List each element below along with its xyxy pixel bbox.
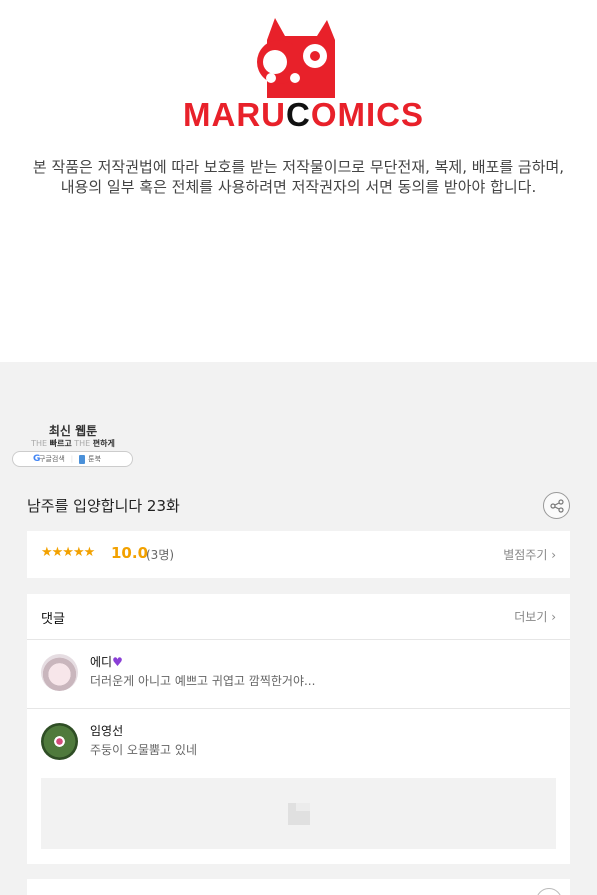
copyright-line-2: 내용의 일부 혹은 전체를 사용하려면 저작권자의 서면 동의를 받아야 합니다… bbox=[60, 178, 537, 196]
circle-button[interactable] bbox=[536, 888, 562, 895]
image-placeholder bbox=[41, 778, 556, 849]
comment-item[interactable]: 임영선 주둥이 오물뿜고 있네 bbox=[27, 709, 570, 779]
rating-card: ★★★★★ 10.0 (3명) 별점주기 › bbox=[27, 531, 570, 578]
avatar bbox=[41, 654, 78, 691]
logo-text-middle: C bbox=[285, 96, 311, 133]
badge-subtitle: THE 빠르고 THE 편하게 bbox=[12, 438, 134, 449]
rating-count: (3명) bbox=[146, 548, 175, 562]
badge-sub-pale-1: THE bbox=[31, 439, 48, 448]
maru-comics-logo[interactable]: MARUCOMICS bbox=[183, 16, 423, 134]
comment-text: 주둥이 오물뿜고 있네 bbox=[90, 743, 197, 757]
comment-author-name: 에디 bbox=[90, 655, 113, 669]
image-placeholder-icon bbox=[287, 802, 310, 825]
badge-sub-2: 편하게 bbox=[92, 439, 115, 448]
heart-icon: ♥ bbox=[112, 655, 123, 669]
badge-search-pill[interactable]: G 구글검색 | 툰북 bbox=[12, 451, 133, 467]
copyright-line-1: 본 작품은 저작권법에 따라 보호를 받는 저작물이므로 무단전재, 복제, 배… bbox=[32, 158, 565, 176]
next-card bbox=[27, 879, 570, 895]
comments-more-link[interactable]: 더보기 › bbox=[514, 608, 556, 625]
owl-logo-icon bbox=[257, 18, 335, 98]
rating-score: 10.0 bbox=[111, 544, 149, 562]
logo-wordmark: MARUCOMICS bbox=[183, 96, 423, 134]
episode-title: 남주를 입양합니다 23화 bbox=[27, 497, 180, 515]
copyright-notice: 본 작품은 저작권법에 따라 보호를 받는 저작물이므로 무단전재, 복제, 배… bbox=[0, 157, 597, 197]
comment-text: 더러운게 아니고 예쁘고 귀엽고 깜찍한거야... bbox=[90, 674, 316, 688]
comment-author: 임영선 bbox=[90, 724, 124, 738]
share-button[interactable] bbox=[543, 492, 570, 519]
header-section: MARUCOMICS 본 작품은 저작권법에 따라 보호를 받는 저작물이므로 … bbox=[0, 0, 597, 362]
book-icon bbox=[79, 454, 86, 464]
badge-title: 최신 웹툰 bbox=[48, 424, 98, 438]
badge-sub-1: 빠르고 bbox=[49, 439, 72, 448]
comment-item[interactable]: 에디♥ 더러운게 아니고 예쁘고 귀엽고 깜찍한거야... bbox=[27, 640, 570, 709]
star-icon: ★★★★★ bbox=[41, 545, 95, 560]
comments-title: 댓글 bbox=[41, 612, 65, 627]
latest-webtoon-badge[interactable]: 최신 웹툰 THE 빠르고 THE 편하게 G 구글검색 | 툰북 bbox=[12, 420, 134, 468]
logo-text-right: OMICS bbox=[310, 96, 424, 133]
google-search-label: 구글검색 bbox=[39, 455, 65, 463]
comments-header: 댓글 더보기 › bbox=[27, 594, 570, 640]
share-icon bbox=[549, 498, 564, 513]
comments-card: 댓글 더보기 › 에디♥ 더러운게 아니고 예쁘고 귀엽고 깜찍한거야... 임… bbox=[27, 594, 570, 864]
toonbook-label: 툰북 bbox=[88, 455, 102, 463]
logo-text-left: MARU bbox=[183, 96, 286, 133]
comment-author: 에디♥ bbox=[90, 653, 123, 670]
avatar bbox=[41, 723, 78, 760]
rate-button[interactable]: 별점주기 › bbox=[503, 546, 556, 563]
badge-sub-pale-2: THE bbox=[74, 439, 91, 448]
pill-divider: | bbox=[70, 455, 74, 463]
google-icon: G bbox=[33, 454, 41, 464]
